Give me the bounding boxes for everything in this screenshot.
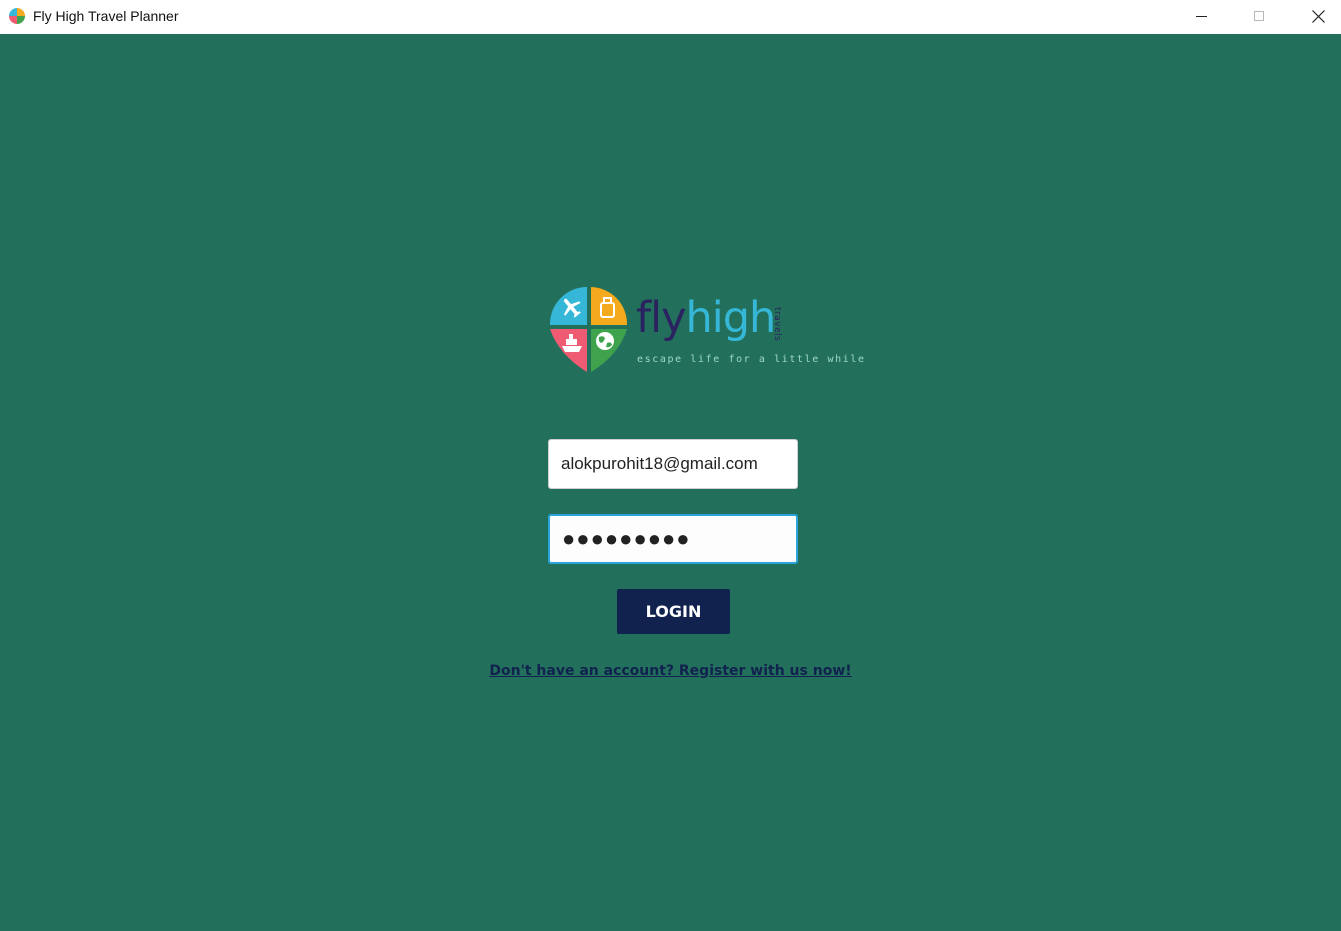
password-field[interactable]: ●●●●●●●●● [548, 514, 798, 564]
email-field[interactable]: alokpurohit18@gmail.com [548, 439, 798, 489]
login-screen: flyhigh travels escape life for a little… [0, 34, 1341, 931]
logo-high-text: high [685, 293, 777, 343]
login-button[interactable]: LOGIN [617, 589, 730, 634]
minimize-icon [1195, 15, 1207, 17]
logo-wordmark: flyhigh [636, 293, 777, 343]
window-title: Fly High Travel Planner [33, 8, 179, 24]
flyhigh-logo: flyhigh travels escape life for a little… [549, 285, 864, 375]
logo-tagline: escape life for a little while [637, 354, 866, 365]
close-icon [1311, 9, 1325, 23]
app-logo-icon [9, 8, 25, 24]
logo-travels-text: travels [772, 307, 782, 342]
close-button[interactable] [1295, 0, 1341, 32]
register-link[interactable]: Don't have an account? Register with us … [0, 663, 1341, 679]
travel-pin-icon [549, 287, 628, 372]
minimize-button[interactable] [1178, 0, 1224, 32]
app-window: Fly High Travel Planner flyhigh travels … [0, 0, 1341, 931]
logo-fly-text: fly [636, 293, 687, 343]
title-bar: Fly High Travel Planner [0, 0, 1341, 34]
maximize-button[interactable] [1236, 0, 1282, 32]
maximize-icon [1254, 11, 1264, 21]
